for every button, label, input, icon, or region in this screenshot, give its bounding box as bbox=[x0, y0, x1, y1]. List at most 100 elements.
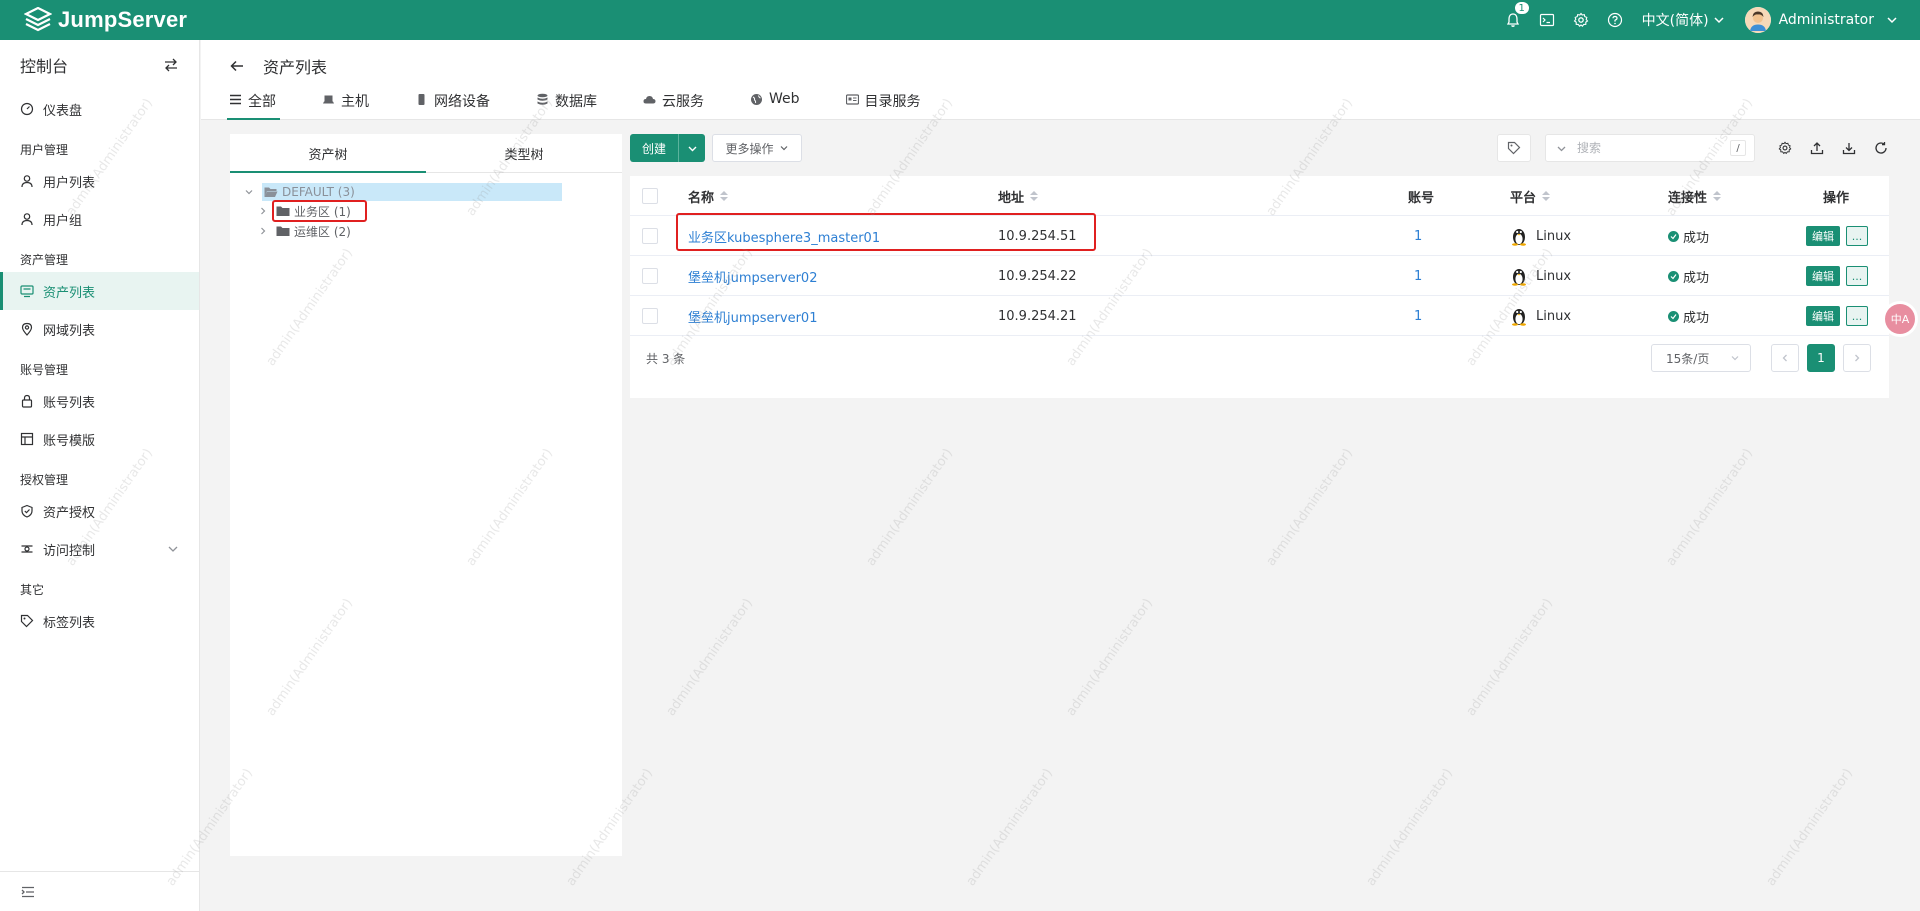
tab-label: 云服务 bbox=[662, 94, 704, 110]
tab-asset-tree[interactable]: 资产树 bbox=[230, 134, 426, 173]
monitor-icon bbox=[20, 285, 34, 298]
edit-button[interactable]: 编辑 bbox=[1806, 226, 1840, 246]
table-row: 堡垒机jumpserver02 10.9.254.22 1 Linux 成功 编… bbox=[630, 256, 1889, 296]
logo[interactable]: JumpServer bbox=[24, 7, 187, 33]
sidebar-item-asset-list[interactable]: 资产列表 bbox=[0, 272, 199, 310]
row-checkbox[interactable] bbox=[642, 268, 658, 284]
chevron-right-icon[interactable] bbox=[258, 206, 268, 216]
create-dropdown-button[interactable] bbox=[679, 134, 705, 162]
sort-icon[interactable] bbox=[1030, 191, 1039, 201]
tab-web[interactable]: Web bbox=[750, 89, 800, 120]
row-actions: 编辑 ... bbox=[1806, 216, 1868, 256]
sidebar-item-label: 网域列表 bbox=[43, 323, 96, 339]
column-header-connectivity[interactable]: 连接性 bbox=[1668, 176, 1722, 216]
create-button-label[interactable]: 创建 bbox=[630, 134, 680, 162]
tab-label: 数据库 bbox=[555, 94, 597, 110]
chevron-down-icon bbox=[688, 146, 697, 151]
column-header-platform[interactable]: 平台 bbox=[1510, 176, 1551, 216]
account-count-link[interactable]: 1 bbox=[1414, 256, 1422, 296]
upload-icon bbox=[1810, 142, 1824, 155]
search-box[interactable]: / bbox=[1545, 134, 1755, 162]
menu-fold-icon bbox=[21, 886, 34, 897]
back-arrow-icon[interactable] bbox=[229, 58, 245, 74]
switch-view-icon[interactable] bbox=[163, 57, 179, 73]
tab-network-device[interactable]: 网络设备 bbox=[415, 89, 490, 120]
page-number-button[interactable]: 1 bbox=[1807, 344, 1835, 372]
tab-directory-service[interactable]: 目录服务 bbox=[845, 89, 921, 120]
notification-button[interactable]: 1 bbox=[1496, 0, 1530, 40]
chevron-down-icon[interactable] bbox=[244, 187, 254, 197]
tab-host[interactable]: 主机 bbox=[322, 89, 369, 120]
prev-page-button[interactable] bbox=[1771, 344, 1799, 372]
more-actions-button[interactable]: 更多操作 bbox=[712, 134, 802, 162]
create-button[interactable]: 创建 bbox=[630, 134, 706, 162]
more-button[interactable]: ... bbox=[1846, 226, 1868, 246]
tab-cloud[interactable]: 云服务 bbox=[643, 89, 704, 120]
row-checkbox[interactable] bbox=[642, 228, 658, 244]
refresh-button[interactable] bbox=[1865, 141, 1897, 155]
import-button[interactable] bbox=[1833, 141, 1865, 155]
row-checkbox[interactable] bbox=[642, 308, 658, 324]
chevron-down-icon[interactable] bbox=[1556, 143, 1567, 154]
tab-label: 全部 bbox=[248, 94, 276, 110]
sidebar-item-zone-list[interactable]: 网域列表 bbox=[0, 310, 199, 348]
sidebar-title: 控制台 bbox=[20, 57, 69, 76]
jumpserver-logo-icon bbox=[24, 7, 52, 32]
tree-node-ops-zone[interactable]: 运维区 (2) bbox=[258, 222, 351, 240]
sidebar-item-account-templates[interactable]: 账号模版 bbox=[0, 420, 199, 458]
tab-type-tree[interactable]: 类型树 bbox=[426, 134, 622, 172]
language-selector[interactable]: 中文(简体) bbox=[1642, 10, 1725, 30]
column-header-name[interactable]: 名称 bbox=[688, 176, 729, 216]
sort-icon[interactable] bbox=[1713, 191, 1722, 201]
sidebar-item-label: 账号列表 bbox=[43, 395, 96, 411]
chevron-right-icon[interactable] bbox=[258, 226, 268, 236]
tab-database[interactable]: 数据库 bbox=[536, 89, 597, 120]
select-all-checkbox[interactable] bbox=[642, 188, 658, 204]
web-terminal-button[interactable] bbox=[1530, 0, 1564, 40]
translate-float-button[interactable]: 中A bbox=[1885, 304, 1915, 334]
watermark: admin(Administrator) bbox=[1663, 446, 1756, 569]
folder-icon bbox=[276, 226, 290, 236]
asset-name-link[interactable]: 堡垒机jumpserver01 bbox=[688, 296, 817, 336]
edit-button[interactable]: 编辑 bbox=[1806, 266, 1840, 286]
next-page-button[interactable] bbox=[1843, 344, 1871, 372]
column-header-address[interactable]: 地址 bbox=[998, 176, 1039, 216]
search-input[interactable] bbox=[1577, 141, 1730, 155]
tab-label: Web bbox=[769, 91, 800, 107]
tree-node-default[interactable]: DEFAULT (3) bbox=[244, 183, 562, 201]
settings-button[interactable] bbox=[1564, 0, 1598, 40]
sort-icon[interactable] bbox=[720, 191, 729, 201]
asset-name-link[interactable]: 堡垒机jumpserver02 bbox=[688, 256, 817, 296]
tab-all[interactable]: 全部 bbox=[227, 89, 280, 120]
sidebar-item-tags[interactable]: 标签列表 bbox=[0, 602, 199, 640]
page-size-select[interactable]: 15条/页 bbox=[1651, 344, 1751, 372]
sidebar-item-access-control[interactable]: 访问控制 bbox=[0, 530, 199, 568]
sidebar-group-user-management: 用户管理 bbox=[20, 143, 69, 157]
account-count-link[interactable]: 1 bbox=[1414, 216, 1422, 256]
connectivity-status: 成功 bbox=[1668, 296, 1709, 336]
user-menu[interactable]: Administrator bbox=[1744, 7, 1898, 33]
sidebar-item-asset-permissions[interactable]: 资产授权 bbox=[0, 492, 199, 530]
sidebar-collapse-button[interactable] bbox=[0, 871, 200, 911]
globe-icon bbox=[751, 94, 762, 105]
column-header-accounts: 账号 bbox=[1408, 176, 1434, 216]
sidebar-item-user-groups[interactable]: 用户组 bbox=[0, 200, 199, 238]
asset-table: 名称 地址 账号 平台 连接性 操作 业务区kubesphere3_master… bbox=[630, 176, 1889, 398]
sidebar-item-dashboard[interactable]: 仪表盘 bbox=[0, 90, 199, 128]
watermark: admin(Administrator) bbox=[1763, 766, 1856, 889]
column-settings-button[interactable] bbox=[1769, 141, 1801, 155]
tab-label: 主机 bbox=[341, 94, 369, 110]
edit-button[interactable]: 编辑 bbox=[1806, 306, 1840, 326]
sidebar-header: 控制台 bbox=[0, 40, 199, 90]
tag-filter-button[interactable] bbox=[1497, 134, 1531, 162]
sidebar-item-account-list[interactable]: 账号列表 bbox=[0, 382, 199, 420]
sort-icon[interactable] bbox=[1542, 191, 1551, 201]
help-button[interactable] bbox=[1598, 0, 1632, 40]
watermark: admin(Administrator) bbox=[1063, 596, 1156, 719]
more-button[interactable]: ... bbox=[1846, 266, 1868, 286]
more-button[interactable]: ... bbox=[1846, 306, 1868, 326]
export-button[interactable] bbox=[1801, 141, 1833, 155]
sidebar-item-users[interactable]: 用户列表 bbox=[0, 162, 199, 200]
account-count-link[interactable]: 1 bbox=[1414, 296, 1422, 336]
user-avatar-icon bbox=[1744, 7, 1771, 33]
